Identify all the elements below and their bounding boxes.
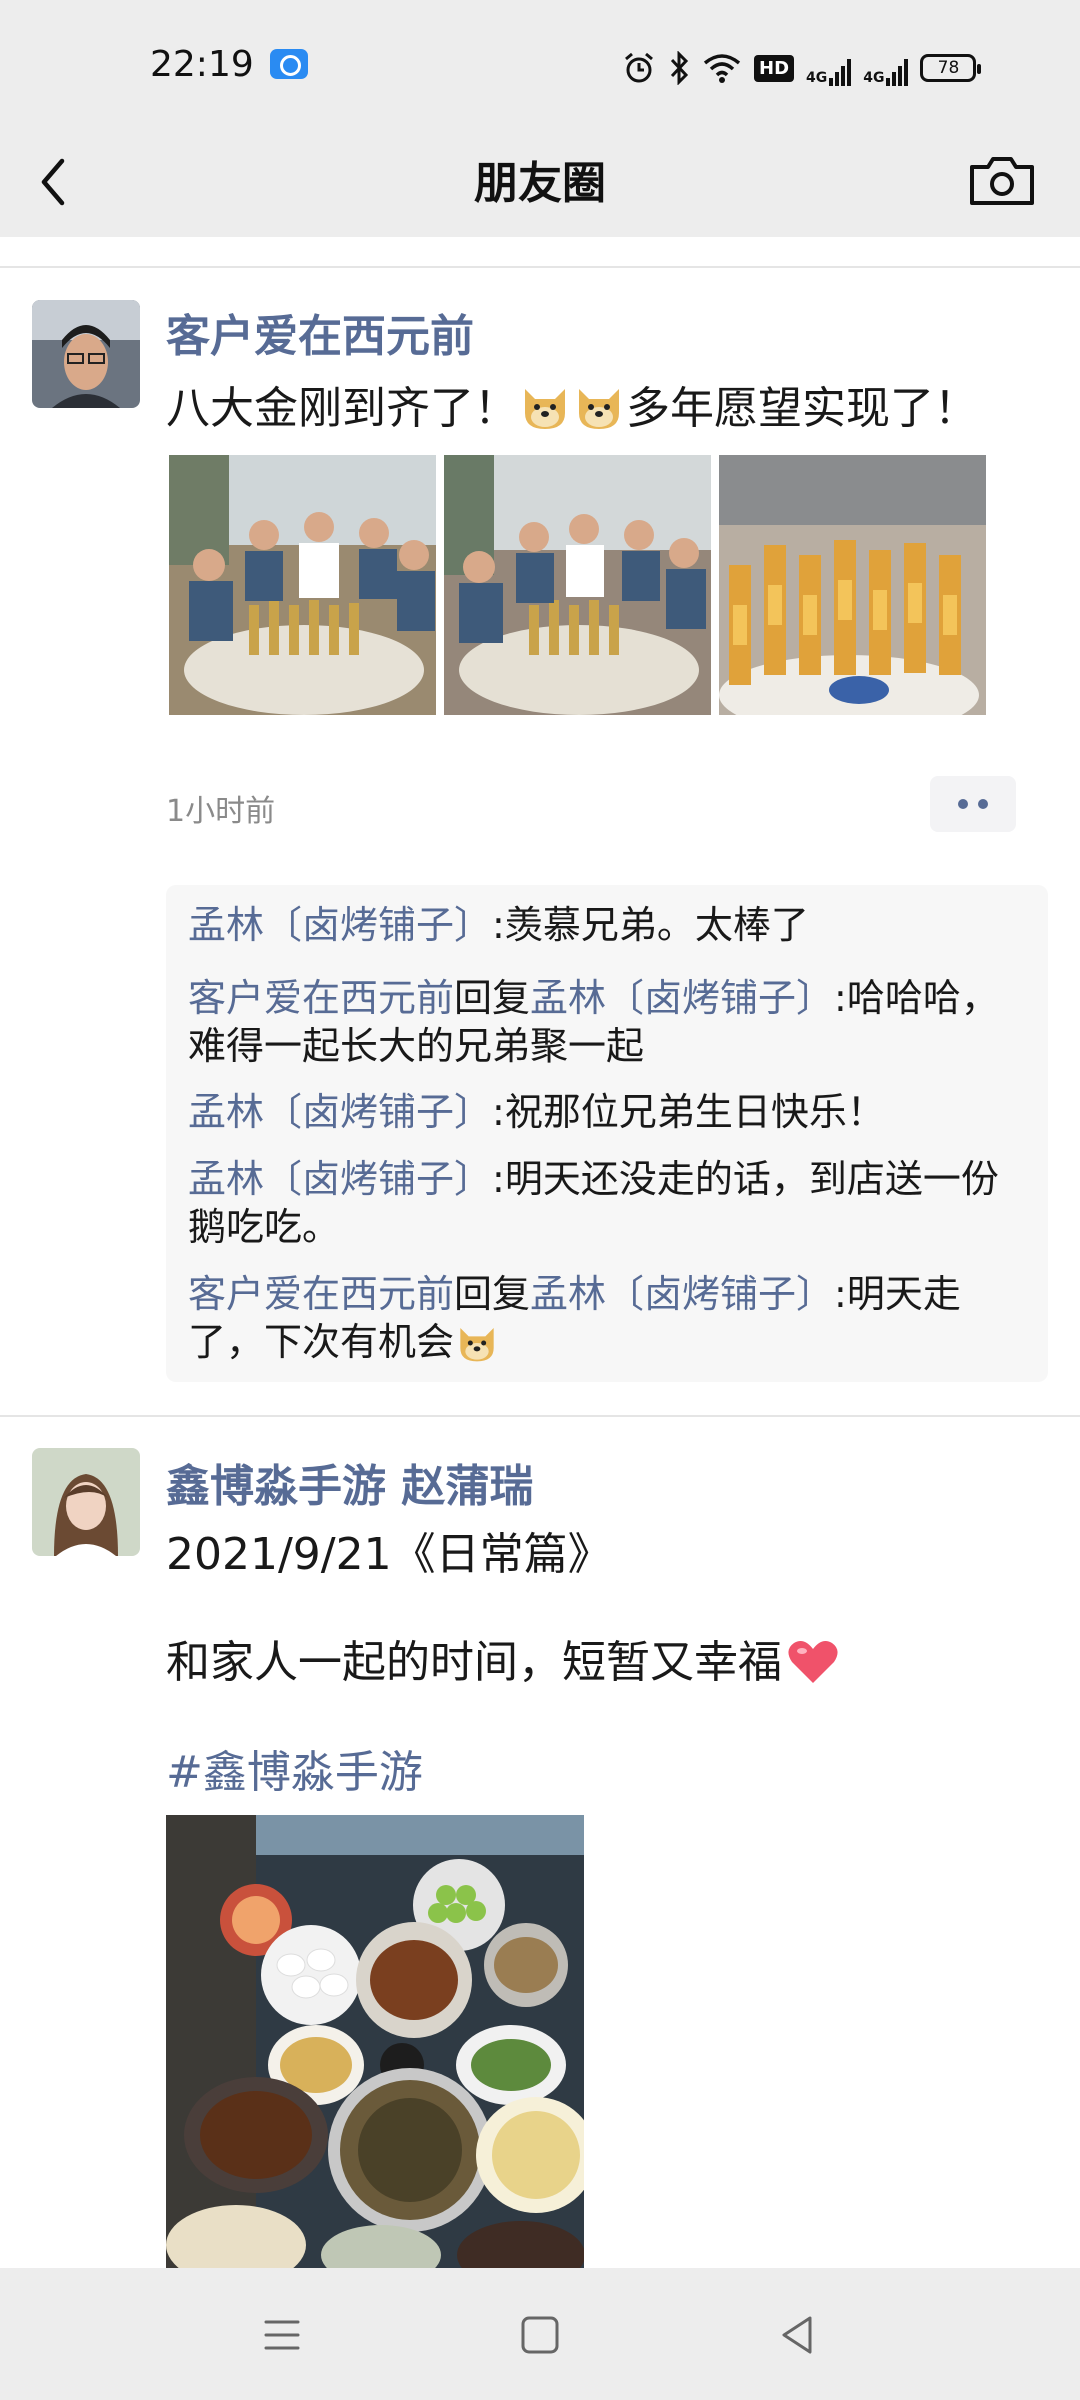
post-text: 八大金刚到齐了！ 多年愿望实现了！	[166, 372, 978, 436]
post-text-line: 和家人一起的时间，短暂又幸福	[166, 1626, 840, 1690]
comment-item[interactable]: 孟林〔卤烤铺子〕:祝那位兄弟生日快乐！	[188, 1088, 1030, 1136]
status-bar: 22:19 HD 4G 4G 78	[0, 0, 1080, 135]
camera-button[interactable]	[964, 147, 1040, 217]
hd-icon: HD	[754, 50, 795, 86]
battery-icon: 78	[920, 50, 982, 86]
dot-icon	[978, 799, 988, 809]
home-button[interactable]	[514, 2312, 566, 2358]
post-photo[interactable]	[166, 1815, 584, 2268]
status-time: 22:19	[150, 44, 254, 85]
comments-box: 孟林〔卤烤铺子〕:羡慕兄弟。太棒了 客户爱在西元前回复孟林〔卤烤铺子〕:哈哈哈，…	[166, 885, 1048, 1382]
comment-author[interactable]: 孟林〔卤烤铺子〕	[188, 903, 492, 947]
comment-item[interactable]: 客户爱在西元前回复孟林〔卤烤铺子〕:哈哈哈，难得一起长大的兄弟聚一起	[188, 974, 1030, 1070]
doge-emoji-icon	[573, 383, 625, 431]
avatar[interactable]	[32, 300, 140, 408]
camera-icon	[970, 157, 1034, 205]
battery-level: 78	[920, 54, 982, 82]
reply-to-author[interactable]: 孟林〔卤烤铺子〕	[530, 976, 834, 1020]
comment-sep: :	[492, 903, 505, 947]
post-photo[interactable]	[444, 455, 711, 715]
post-text-part: 多年愿望实现了！	[626, 383, 978, 434]
comment-author[interactable]: 客户爱在西元前	[188, 976, 454, 1020]
comment-author[interactable]: 孟林〔卤烤铺子〕	[188, 1090, 492, 1134]
bluetooth-icon	[668, 50, 690, 86]
back-triangle-icon	[782, 2316, 812, 2354]
post-author[interactable]: 客户爱在西元前	[166, 300, 474, 364]
nav-bar: 朋友圈	[0, 135, 1080, 237]
comment-item[interactable]: 孟林〔卤烤铺子〕:明天还没走的话，到店送一份鹅吃吃。	[188, 1155, 1030, 1251]
post-text-part: 和家人一起的时间，短暂又幸福	[166, 1637, 782, 1688]
comment-author[interactable]: 孟林〔卤烤铺子〕	[188, 1157, 492, 1201]
reply-to-author[interactable]: 孟林〔卤烤铺子〕	[530, 1272, 834, 1316]
hashtag-link[interactable]: #鑫博淼手游	[166, 1736, 423, 1800]
post-author[interactable]: 鑫博淼手游 赵蒲瑞	[166, 1450, 533, 1514]
status-icons: HD 4G 4G 78	[622, 48, 982, 88]
avatar[interactable]	[32, 1448, 140, 1556]
menu-icon	[264, 2320, 300, 2350]
divider	[0, 266, 1080, 268]
comment-author[interactable]: 客户爱在西元前	[188, 1272, 454, 1316]
post-text-line: 2021/9/21《日常篇》	[166, 1529, 612, 1580]
comment-item[interactable]: 孟林〔卤烤铺子〕:羡慕兄弟。太棒了	[188, 901, 1030, 949]
comment-text: 羡慕兄弟。太棒了	[504, 903, 809, 947]
post-photo[interactable]	[719, 455, 986, 715]
home-square-icon	[521, 2316, 559, 2354]
dot-icon	[958, 799, 968, 809]
alarm-icon	[622, 50, 656, 86]
wifi-icon	[702, 50, 742, 86]
comment-item[interactable]: 客户爱在西元前回复孟林〔卤烤铺子〕:明天走了，下次有机会	[188, 1270, 1030, 1366]
menu-button[interactable]	[256, 2312, 308, 2358]
signal-icon-1: 4G	[806, 50, 852, 86]
heart-icon	[786, 1637, 840, 1687]
system-nav-bar	[0, 2268, 1080, 2400]
post-time: 1小时前	[166, 794, 276, 829]
system-back-button[interactable]	[772, 2312, 824, 2358]
signal-icon-2: 4G	[863, 50, 909, 86]
post-text-part: 八大金刚到齐了！	[166, 383, 518, 434]
comment-sep: :	[492, 1157, 505, 1201]
doge-emoji-icon	[519, 383, 571, 431]
comment-sep: :	[834, 976, 847, 1020]
more-actions-button[interactable]	[930, 776, 1016, 832]
page-title: 朋友圈	[474, 158, 606, 209]
reply-word: 回复	[454, 976, 531, 1020]
browser-app-icon	[270, 49, 308, 79]
reply-word: 回复	[454, 1272, 531, 1316]
doge-emoji-icon	[455, 1323, 499, 1363]
comment-text: 祝那位兄弟生日快乐！	[504, 1090, 885, 1134]
divider	[0, 1415, 1080, 1417]
post-photo[interactable]	[169, 455, 436, 715]
comment-sep: :	[492, 1090, 505, 1134]
comment-sep: :	[834, 1272, 847, 1316]
